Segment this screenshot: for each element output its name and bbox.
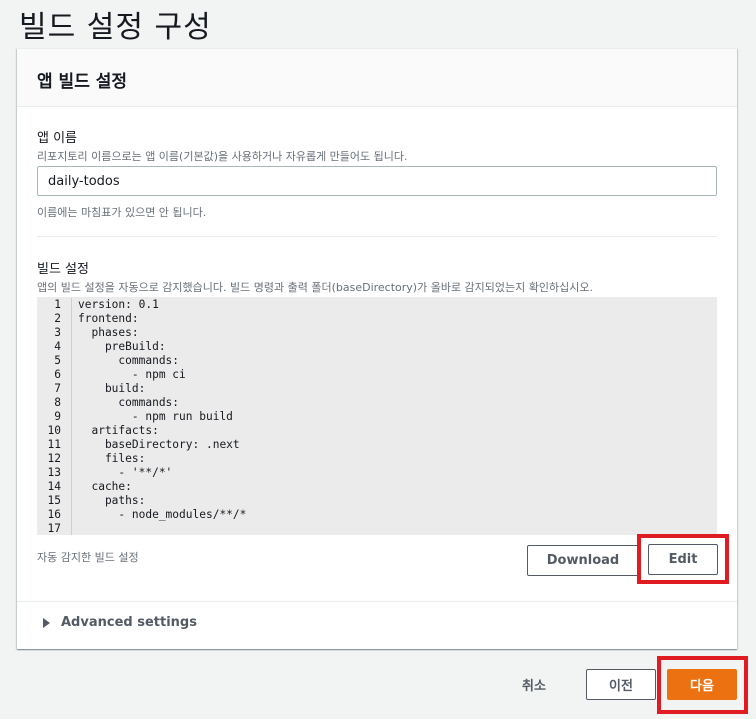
previous-button[interactable]: 이전 xyxy=(586,669,656,700)
code-line: 2 frontend: xyxy=(37,312,717,326)
line-number: 5 xyxy=(54,354,61,367)
code-text: paths: xyxy=(78,494,146,507)
line-number: 9 xyxy=(54,410,61,423)
code-line: 5 commands: xyxy=(37,354,717,368)
code-text: commands: xyxy=(78,396,180,409)
line-number: 17 xyxy=(47,522,61,535)
code-text: - npm run build xyxy=(78,410,233,423)
line-number: 11 xyxy=(47,438,61,451)
line-number: 16 xyxy=(47,508,61,521)
cancel-button[interactable]: 취소 xyxy=(516,674,552,695)
code-text: files: xyxy=(78,452,146,465)
code-text: frontend: xyxy=(78,312,139,325)
code-text: version: 0.1 xyxy=(78,298,159,311)
line-number: 1 xyxy=(54,298,61,311)
code-line: 1 version: 0.1 xyxy=(37,298,717,312)
code-text: artifacts: xyxy=(78,424,159,437)
code-line: 9 - npm run build xyxy=(37,410,717,424)
panel-header: 앱 빌드 설정 xyxy=(17,49,737,107)
line-number: 13 xyxy=(47,466,61,479)
build-settings-section: 빌드 설정 앱의 빌드 설정을 자동으로 감지했습니다. 빌드 명령과 출력 폴… xyxy=(37,258,717,295)
app-name-input[interactable] xyxy=(37,166,717,196)
code-lines: 1 version: 0.1 2 frontend: 3 phases: 4 preBui… xyxy=(37,297,717,535)
advanced-settings-label: Advanced settings xyxy=(61,615,197,630)
line-number: 6 xyxy=(54,368,61,381)
line-number: 2 xyxy=(54,312,61,325)
code-line: 17 xyxy=(37,522,717,535)
line-number: 3 xyxy=(54,326,61,339)
line-number: 4 xyxy=(54,340,61,353)
caret-right-icon xyxy=(43,617,50,628)
code-line: 4 preBuild: xyxy=(37,340,717,354)
line-number: 14 xyxy=(47,480,61,493)
section-divider xyxy=(37,236,717,237)
code-line: 8 commands: xyxy=(37,396,717,410)
code-line: 11 baseDirectory: .next xyxy=(37,438,717,452)
edit-highlight-box xyxy=(637,534,729,584)
code-text: commands: xyxy=(78,354,180,367)
app-name-description: 리포지토리 이름으로는 앱 이름(기본값)을 사용하거나 자유롭게 만들어도 됩… xyxy=(37,150,408,163)
line-number: 7 xyxy=(54,382,61,395)
code-line: 14 cache: xyxy=(37,480,717,494)
panel-title: 앱 빌드 설정 xyxy=(37,72,128,92)
code-text: build: xyxy=(78,382,146,395)
code-text: phases: xyxy=(78,326,139,339)
code-line: 12 files: xyxy=(37,452,717,466)
app-name-constraint-wrap: 이름에는 마침표가 있으면 안 됩니다. xyxy=(37,202,717,220)
code-text: - npm ci xyxy=(78,368,186,381)
code-line: 6 - npm ci xyxy=(37,368,717,382)
next-highlight-box xyxy=(657,656,748,714)
line-number: 12 xyxy=(47,452,61,465)
build-settings-description: 앱의 빌드 설정을 자동으로 감지했습니다. 빌드 명령과 출력 폴더(base… xyxy=(37,281,593,294)
code-line: 3 phases: xyxy=(37,326,717,340)
code-text: - '**/*' xyxy=(78,466,173,479)
page-title: 빌드 설정 구성 xyxy=(19,10,212,45)
code-text: cache: xyxy=(78,480,132,493)
code-text: - node_modules/**/* xyxy=(78,508,247,521)
code-line: 10 artifacts: xyxy=(37,424,717,438)
line-number: 10 xyxy=(47,424,61,437)
advanced-settings-toggle[interactable]: Advanced settings xyxy=(43,615,197,630)
app-name-section: 앱 이름 리포지토리 이름으로는 앱 이름(기본값)을 사용하거나 자유롭게 만… xyxy=(37,127,717,164)
app-name-label: 앱 이름 xyxy=(37,131,78,146)
code-line: 13 - '**/*' xyxy=(37,466,717,480)
build-settings-panel: 앱 빌드 설정 앱 이름 리포지토리 이름으로는 앱 이름(기본값)을 사용하거… xyxy=(17,48,737,649)
code-line: 15 paths: xyxy=(37,494,717,508)
code-line: 16 - node_modules/**/* xyxy=(37,508,717,522)
download-button[interactable]: Download xyxy=(527,545,639,576)
app-name-constraint: 이름에는 마침표가 있으면 안 됩니다. xyxy=(37,206,207,219)
build-settings-label: 빌드 설정 xyxy=(37,262,89,277)
build-spec-editor[interactable]: 1 version: 0.1 2 frontend: 3 phases: 4 preBui… xyxy=(37,297,717,535)
code-text: baseDirectory: .next xyxy=(78,438,240,451)
code-text: preBuild: xyxy=(78,340,166,353)
advanced-divider xyxy=(17,601,737,602)
line-number: 15 xyxy=(47,494,61,507)
code-line: 7 build: xyxy=(37,382,717,396)
line-number: 8 xyxy=(54,396,61,409)
